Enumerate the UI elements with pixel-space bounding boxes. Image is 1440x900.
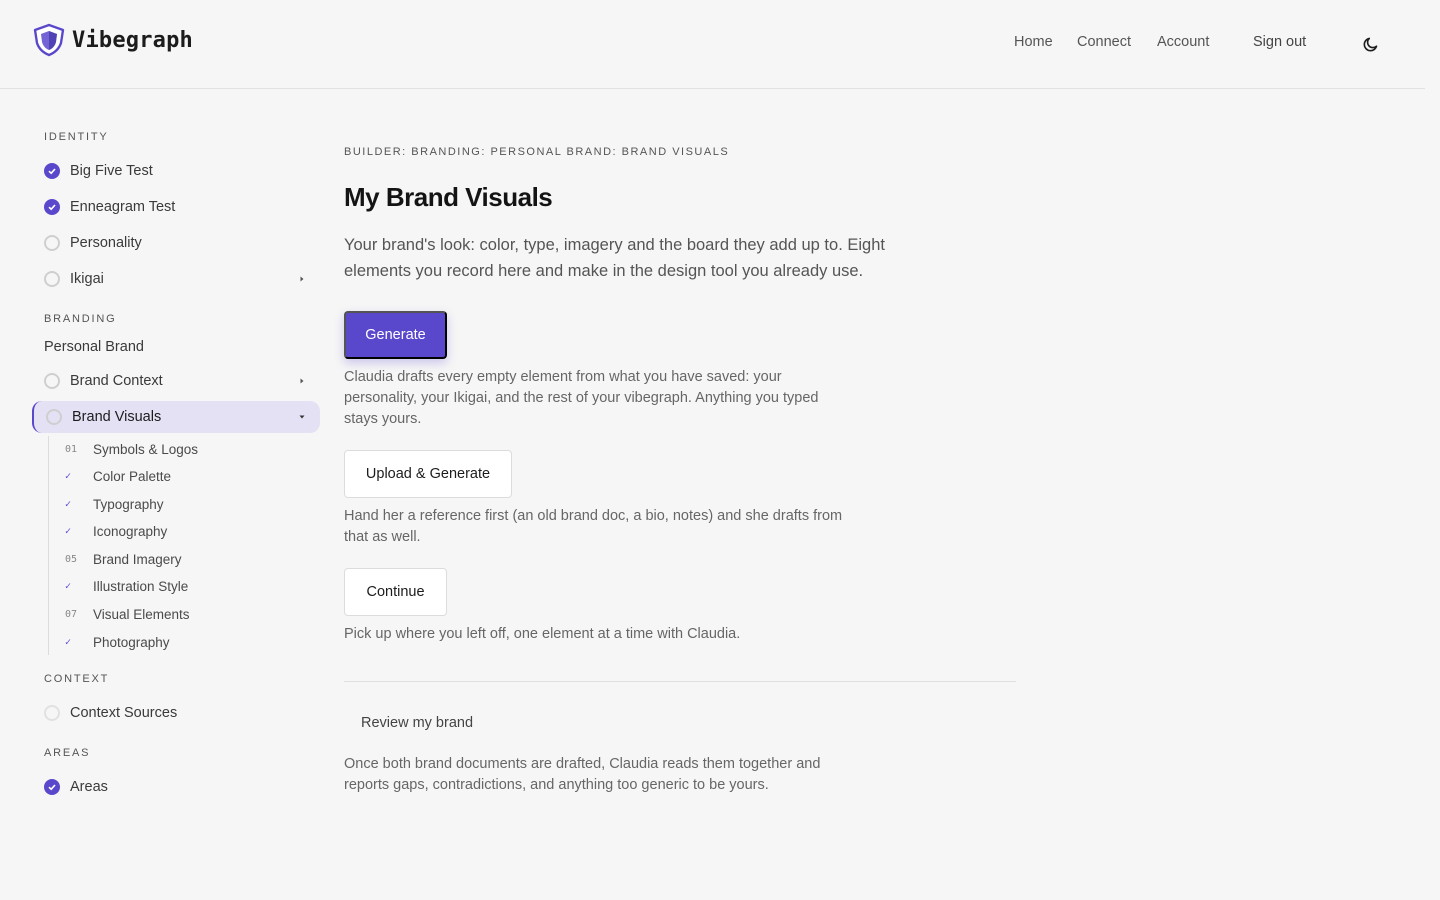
check-icon: ✓ <box>65 636 72 648</box>
brand-visuals-sub-list: 01 Symbols & Logos ✓ Color Palette ✓ Typ… <box>48 436 308 655</box>
chevron-right-icon <box>300 276 304 282</box>
generate-description: Claudia drafts every empty element from … <box>344 369 819 427</box>
upload-generate-button[interactable]: Upload & Generate <box>344 450 512 498</box>
continue-description: Pick up where you left off, one element … <box>344 626 741 642</box>
sub-item-illustration-style[interactable]: ✓ Illustration Style <box>49 576 188 596</box>
sidebar-item-label: Personality <box>70 235 142 251</box>
continue-button[interactable]: Continue <box>344 568 447 616</box>
sidebar-item-label: Enneagram Test <box>70 199 176 215</box>
sub-item-label: Illustration Style <box>93 578 189 594</box>
sidebar-item-label: Big Five Test <box>70 163 153 179</box>
top-header: Vibegraph Home Connect Account Sign out <box>0 0 1425 89</box>
page-title: My Brand Visuals <box>344 182 553 212</box>
check-icon: ✓ <box>65 498 72 510</box>
sub-item-color-palette[interactable]: ✓ Color Palette <box>49 466 171 486</box>
sidebar-item-enneagram[interactable]: Enneagram Test <box>32 191 320 223</box>
brand-name: Vibegraph <box>72 27 194 53</box>
sign-out-link[interactable]: Sign out <box>1253 34 1306 50</box>
chevron-down-icon <box>299 415 305 419</box>
sub-item-label: Symbols & Logos <box>93 441 199 457</box>
sub-item-number: 01 <box>65 443 78 455</box>
chevron-right-icon <box>300 378 304 384</box>
sub-item-label: Visual Elements <box>93 606 190 622</box>
sub-item-symbols-logos[interactable]: 01 Symbols & Logos <box>49 439 198 459</box>
theme-toggle-button[interactable] <box>1361 34 1381 54</box>
breadcrumb: BUILDER: BRANDING: PERSONAL BRAND: BRAND… <box>344 146 730 158</box>
sidebar-item-brand-visuals[interactable]: Brand Visuals <box>32 401 320 433</box>
sub-item-photography[interactable]: ✓ Photography <box>49 632 170 652</box>
review-brand-button[interactable]: Review my brand <box>361 715 473 731</box>
check-circle-icon <box>44 779 60 795</box>
logo[interactable]: Vibegraph <box>32 23 193 57</box>
shield-logo-icon <box>33 23 65 57</box>
divider <box>344 681 1016 682</box>
sub-item-label: Iconography <box>93 523 168 539</box>
sidebar-item-label: Areas <box>70 779 108 795</box>
sidebar-item-ikigai[interactable]: Ikigai <box>32 263 320 295</box>
sidebar-item-areas[interactable]: Areas <box>32 771 320 803</box>
sub-item-label: Photography <box>93 634 170 650</box>
empty-circle-icon <box>44 705 60 721</box>
sidebar-item-brand-context[interactable]: Brand Context <box>32 365 320 397</box>
sub-item-typography[interactable]: ✓ Typography <box>49 494 164 514</box>
sidebar-item-personality[interactable]: Personality <box>32 227 320 259</box>
section-title-areas: AREAS <box>44 747 91 759</box>
sub-item-brand-imagery[interactable]: 05 Brand Imagery <box>49 549 182 569</box>
sidebar-item-label: Brand Context <box>70 373 163 389</box>
sub-item-label: Color Palette <box>93 468 172 484</box>
nav-account-link[interactable]: Account <box>1157 34 1209 50</box>
sidebar-item-label: Ikigai <box>70 271 104 287</box>
sub-item-number: 05 <box>65 553 78 565</box>
moon-icon <box>1363 37 1378 52</box>
upload-description: Hand her a reference first (an old brand… <box>344 508 843 545</box>
sidebar-item-big-five[interactable]: Big Five Test <box>32 155 320 187</box>
generate-button[interactable]: Generate <box>344 311 447 359</box>
sub-item-label: Brand Imagery <box>93 551 182 567</box>
sub-item-number: 07 <box>65 608 78 620</box>
sub-item-iconography[interactable]: ✓ Iconography <box>49 521 167 541</box>
nav-connect-link[interactable]: Connect <box>1077 34 1131 50</box>
nav-home-link[interactable]: Home <box>1014 34 1053 50</box>
section-title-context: CONTEXT <box>44 673 110 685</box>
check-icon: ✓ <box>65 580 72 592</box>
review-description: Once both brand documents are drafted, C… <box>344 756 821 793</box>
empty-circle-icon <box>44 271 60 287</box>
sub-item-label: Typography <box>93 496 164 512</box>
empty-circle-icon <box>46 409 62 425</box>
check-icon: ✓ <box>65 470 72 482</box>
sidebar: IDENTITY Big Five Test Enneagram Test Pe… <box>0 89 330 900</box>
sidebar-group-personal-brand[interactable]: Personal Brand <box>44 339 144 355</box>
sidebar-item-label: Brand Visuals <box>72 409 162 425</box>
section-title-identity: IDENTITY <box>44 131 109 143</box>
check-circle-icon <box>44 199 60 215</box>
check-circle-icon <box>44 163 60 179</box>
empty-circle-icon <box>44 235 60 251</box>
section-title-branding: BRANDING <box>44 313 117 325</box>
sub-item-visual-elements[interactable]: 07 Visual Elements <box>49 604 190 624</box>
empty-circle-icon <box>44 373 60 389</box>
sidebar-item-context-sources[interactable]: Context Sources <box>32 697 320 729</box>
check-icon: ✓ <box>65 525 72 537</box>
page-intro: Your brand's look: color, type, imagery … <box>344 236 885 280</box>
sidebar-item-label: Context Sources <box>70 705 178 721</box>
